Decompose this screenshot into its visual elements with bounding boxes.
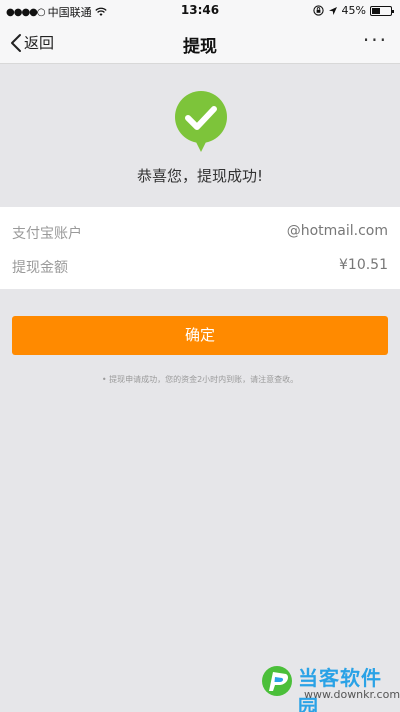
watermark: 当客软件园 www.downkr.com <box>260 660 400 712</box>
more-options-button[interactable]: ··· <box>363 28 388 52</box>
account-value: @hotmail.com <box>286 223 388 239</box>
success-message: 恭喜您，提现成功! <box>136 167 263 185</box>
arrival-hint: • 提现申请成功，您的资金2小时内到账，请注意查收。 <box>101 375 299 384</box>
info-row-account: 支付宝账户 @hotmail.com <box>12 217 388 247</box>
watermark-url: www.downkr.com <box>304 688 400 701</box>
account-label: 支付宝账户 <box>12 226 82 242</box>
battery-level <box>372 7 380 14</box>
nav-bar: 返回 提现 ··· <box>0 22 400 64</box>
amount-label: 提现金额 <box>12 260 68 276</box>
success-section: 恭喜您，提现成功! <box>0 65 400 206</box>
watermark-logo-icon <box>262 666 292 696</box>
location-arrow-icon <box>328 6 337 15</box>
info-row-amount: 提现金额 ¥10.51 <box>12 251 388 281</box>
success-check-icon <box>175 91 227 152</box>
withdraw-info-card: 支付宝账户 @hotmail.com 提现金额 ¥10.51 <box>0 207 400 289</box>
battery-percent: 45% <box>341 4 366 17</box>
status-bar: ●●●●○ 中国联通 13:46 45% <box>0 0 400 22</box>
orientation-lock-icon <box>312 5 324 16</box>
amount-value: ¥10.51 <box>339 257 388 273</box>
page-title: 提现 <box>183 37 217 57</box>
watermark-title: 当客软件园 <box>298 666 382 712</box>
confirm-button[interactable]: 确定 <box>12 316 388 355</box>
battery-icon <box>370 5 394 16</box>
status-right: 45% <box>312 4 394 17</box>
